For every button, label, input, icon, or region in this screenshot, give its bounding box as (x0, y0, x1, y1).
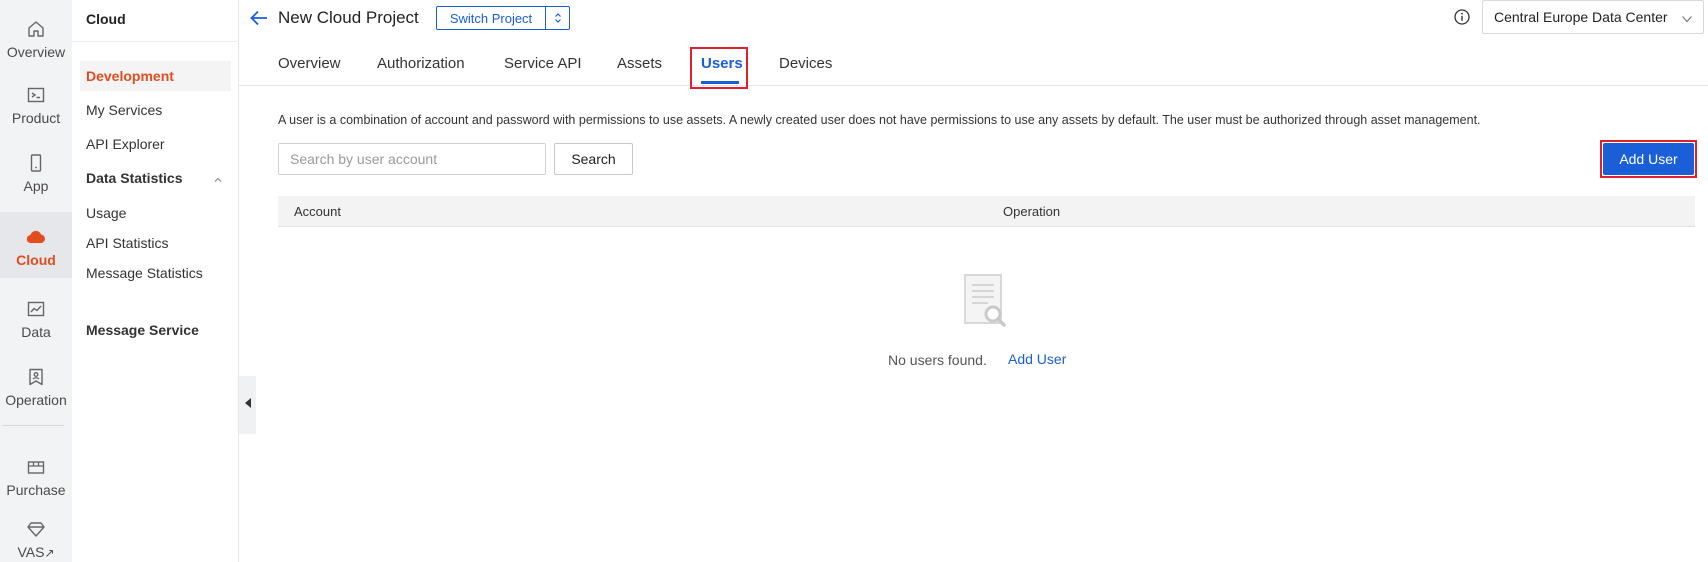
sidebar-item-message-service[interactable]: Message Service (80, 315, 231, 345)
tab-authorization[interactable]: Authorization (377, 55, 465, 72)
external-link-icon: ↗ (44, 546, 55, 560)
back-arrow-icon[interactable] (248, 7, 270, 29)
chart-icon (25, 298, 47, 320)
rail-item-label: Product (11, 110, 61, 126)
empty-state-add-user-link[interactable]: Add User (1008, 351, 1066, 367)
tab-overview[interactable]: Overview (278, 55, 341, 72)
sidebar-item-label: Development (86, 68, 174, 84)
sidebar-item-label: Message Service (86, 322, 199, 338)
primary-nav-rail: Overview Product App Cloud Data Operatio… (0, 0, 72, 562)
chevron-down-icon (1681, 12, 1693, 28)
caret-left-icon (244, 396, 252, 414)
sidebar-item-api-explorer[interactable]: API Explorer (80, 129, 231, 159)
sidebar-item-api-statistics[interactable]: API Statistics (80, 228, 231, 258)
rail-item-overview[interactable]: Overview (0, 0, 72, 66)
sidebar-item-label: Data Statistics (86, 170, 183, 186)
home-icon (25, 18, 47, 40)
users-description: A user is a combination of account and p… (278, 113, 1481, 127)
sidebar-item-data-statistics[interactable]: Data Statistics (80, 163, 231, 193)
secondary-sidebar: Cloud Development My Services API Explor… (72, 0, 239, 562)
tab-assets[interactable]: Assets (617, 55, 662, 72)
rail-item-label: VAS↗ (17, 544, 55, 560)
chevron-up-icon (213, 172, 223, 188)
sidebar-item-message-statistics[interactable]: Message Statistics (80, 258, 231, 288)
up-down-arrows-icon (546, 7, 569, 29)
sidebar-item-my-services[interactable]: My Services (80, 95, 231, 125)
sidebar-item-label: Usage (86, 205, 127, 221)
rail-item-label: Cloud (16, 252, 56, 268)
rail-item-label: Overview (6, 44, 66, 60)
tab-devices[interactable]: Devices (779, 55, 832, 72)
project-title: New Cloud Project (278, 8, 419, 27)
rail-item-label: App (23, 178, 49, 194)
phone-icon (25, 152, 47, 174)
sidebar-divider (72, 41, 239, 42)
rail-item-product[interactable]: Product (0, 66, 72, 132)
sidebar-item-label: Message Statistics (86, 265, 203, 281)
rail-item-app[interactable]: App (0, 134, 72, 200)
rail-item-operation[interactable]: Operation (0, 348, 72, 414)
diamond-icon (25, 518, 47, 540)
empty-state-text: No users found. (888, 352, 987, 368)
search-button[interactable]: Search (554, 143, 633, 175)
sidebar-collapse-toggle[interactable] (239, 376, 256, 434)
column-header-account: Account (294, 204, 341, 219)
column-header-operation: Operation (1003, 204, 1061, 219)
sidebar-item-development[interactable]: Development (80, 61, 231, 91)
rail-item-label: Data (21, 324, 51, 340)
rail-item-purchase[interactable]: Purchase (0, 438, 72, 504)
data-center-value: Central Europe Data Center (1494, 9, 1668, 25)
terminal-icon (25, 84, 47, 106)
rail-item-label: Purchase (6, 482, 66, 498)
rail-item-data[interactable]: Data (0, 280, 72, 346)
sidebar-item-label: API Explorer (86, 136, 165, 152)
switch-project-button[interactable]: Switch Project (436, 6, 570, 30)
rail-item-cloud[interactable]: Cloud (0, 212, 72, 278)
rail-divider (2, 425, 64, 426)
box-icon (25, 456, 47, 478)
highlight-box-add-user (1600, 140, 1697, 178)
operation-icon (25, 366, 47, 388)
rail-item-vas[interactable]: VAS↗ (0, 506, 72, 562)
info-icon[interactable] (1453, 8, 1471, 26)
highlight-box-users-tab (690, 47, 748, 89)
sidebar-item-usage[interactable]: Usage (80, 198, 231, 228)
cloud-icon (25, 226, 47, 248)
switch-project-label: Switch Project (437, 7, 546, 29)
users-table-header: Account Operation (278, 196, 1695, 227)
sidebar-title: Cloud (86, 11, 126, 27)
empty-document-icon (962, 273, 1010, 331)
sidebar-item-label: My Services (86, 102, 163, 118)
sidebar-item-label: API Statistics (86, 235, 169, 251)
rail-item-label: Operation (5, 392, 67, 408)
data-center-select[interactable]: Central Europe Data Center (1482, 0, 1704, 34)
search-input[interactable] (278, 143, 546, 175)
tab-service-api[interactable]: Service API (504, 55, 582, 72)
tabs-divider (239, 85, 1708, 86)
